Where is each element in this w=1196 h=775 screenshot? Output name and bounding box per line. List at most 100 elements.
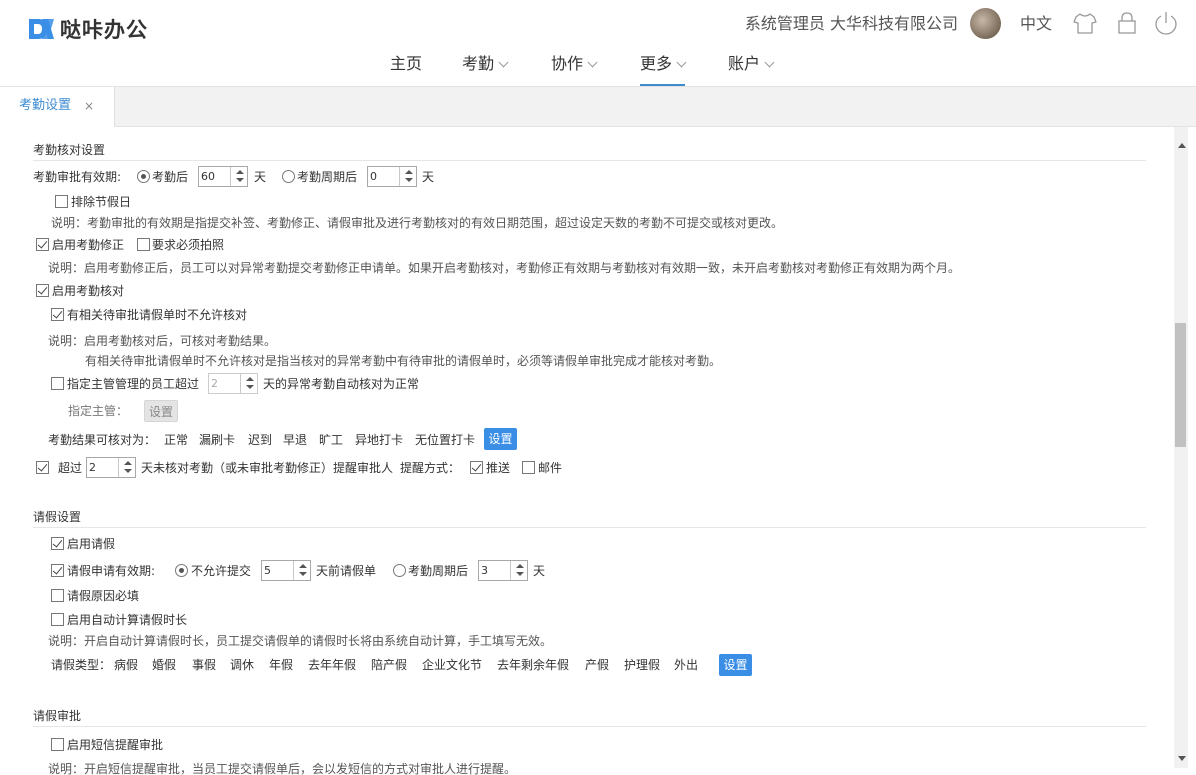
remind-suffix: 天未核对考勤（或未审批考勤修正）提醒审批人 (141, 461, 394, 475)
validity-days-stepper[interactable]: 60 (198, 166, 248, 187)
auto-check-checkbox[interactable] (51, 377, 64, 390)
nav-item-more[interactable]: 更多 (640, 52, 687, 86)
arrow-down-icon[interactable] (405, 178, 413, 182)
leave-type: 去年剩余年假 (497, 658, 570, 672)
arrow-down-icon[interactable] (246, 385, 254, 389)
auto-calc-checkbox[interactable] (51, 613, 64, 626)
auto-check-days-stepper[interactable]: 2 (208, 373, 258, 394)
nav-item-attendance[interactable]: 考勤 (462, 52, 509, 84)
disallow-pending-label[interactable]: 有相关待审批请假单时不允许核对 (67, 307, 247, 323)
result-option: 无位置打卡 (415, 433, 476, 447)
disallow-pending-checkbox[interactable] (51, 308, 64, 321)
require-photo-checkbox[interactable] (137, 238, 150, 251)
remind-method-label: 提醒方式： (400, 461, 461, 475)
radio-leave-after-cycle-label[interactable]: 考勤周期后 (408, 563, 468, 579)
arrow-up-icon[interactable] (299, 564, 307, 568)
arrow-up-icon[interactable] (236, 170, 244, 174)
chevron-down-icon (587, 57, 598, 68)
logo[interactable]: 哒咔办公 (27, 14, 148, 44)
leave-validity-label[interactable]: 请假申请有效期: (67, 563, 155, 579)
leave-types-set-button[interactable]: 设置 (719, 654, 752, 676)
leave-type: 去年年假 (308, 658, 357, 672)
arrow-up-icon[interactable] (405, 170, 413, 174)
require-photo-label[interactable]: 要求必须拍照 (152, 237, 224, 253)
leave-validity-checkbox[interactable] (51, 564, 64, 577)
arrow-down-icon[interactable] (124, 469, 132, 473)
divider (33, 726, 1146, 727)
leave-type: 陪产假 (371, 658, 408, 672)
sms-remind-label[interactable]: 启用短信提醒审批 (67, 737, 163, 753)
leave-cycle-stepper[interactable]: 3 (478, 560, 528, 581)
arrow-up-icon[interactable] (516, 564, 524, 568)
remind-days-stepper[interactable]: 2 (86, 457, 136, 478)
sms-remind-checkbox[interactable] (51, 738, 64, 751)
settings-content: 考勤核对设置 考勤审批有效期: 考勤后 60 天 考勤周期后 0 天 排除节假日… (0, 127, 1174, 775)
divider (33, 527, 1146, 528)
enable-leave-label[interactable]: 启用请假 (67, 536, 115, 552)
remind-email-checkbox[interactable] (522, 461, 535, 474)
leave-type: 病假 (114, 658, 139, 672)
enable-correction-label[interactable]: 启用考勤修正 (52, 237, 124, 253)
scroll-up-arrow-icon[interactable] (1178, 143, 1186, 148)
leave-type: 事假 (192, 658, 217, 672)
result-option: 迟到 (248, 433, 273, 447)
remind-push-checkbox[interactable] (470, 461, 483, 474)
radio-after-cycle[interactable] (282, 170, 295, 183)
arrow-up-icon[interactable] (124, 461, 132, 465)
tab-attendance-settings[interactable]: 考勤设置 × (0, 87, 115, 127)
leave-type: 企业文化节 (422, 658, 483, 672)
auto-check-suffix: 天的异常考勤自动核对为正常 (263, 377, 420, 391)
arrow-down-icon[interactable] (299, 572, 307, 576)
remind-prefix: 超过 (58, 461, 83, 475)
power-icon[interactable] (1153, 10, 1179, 36)
scrollbar-thumb[interactable] (1175, 323, 1186, 447)
avatar[interactable] (970, 8, 1001, 39)
nav-item-collaboration[interactable]: 协作 (551, 52, 598, 84)
radio-after-attendance-label[interactable]: 考勤后 (152, 169, 188, 185)
cycle-days-stepper[interactable]: 0 (367, 166, 417, 187)
scrollbar-track[interactable] (1174, 127, 1188, 768)
arrow-up-icon[interactable] (246, 377, 254, 381)
close-icon[interactable]: × (84, 87, 94, 125)
auto-calc-label[interactable]: 启用自动计算请假时长 (67, 612, 187, 628)
radio-disallow-submit-label[interactable]: 不允许提交 (191, 563, 251, 579)
enable-correction-checkbox[interactable] (36, 238, 49, 251)
result-option: 异地打卡 (355, 433, 404, 447)
note-correction: 说明：启用考勤修正后，员工可以对异常考勤提交考勤修正申请单。如果开启考勤核对，考… (48, 261, 961, 275)
exclude-holiday-label[interactable]: 排除节假日 (71, 194, 131, 210)
reason-required-checkbox[interactable] (51, 589, 64, 602)
leave-type: 护理假 (624, 658, 661, 672)
user-info[interactable]: 系统管理员 大华科技有限公司 (745, 12, 958, 36)
logo-mark-icon (27, 15, 55, 43)
leave-days-stepper[interactable]: 5 (261, 560, 311, 581)
radio-leave-after-cycle[interactable] (393, 564, 406, 577)
language-switch[interactable]: 中文 (1020, 12, 1052, 36)
nav-item-account[interactable]: 账户 (728, 52, 775, 84)
radio-after-attendance[interactable] (137, 170, 150, 183)
radio-after-cycle-label[interactable]: 考勤周期后 (297, 169, 357, 185)
result-option: 旷工 (319, 433, 344, 447)
scroll-down-arrow-icon[interactable] (1178, 756, 1186, 761)
nav-item-home[interactable]: 主页 (390, 52, 422, 84)
result-set-button[interactable]: 设置 (484, 428, 517, 450)
lock-icon[interactable] (1114, 10, 1140, 36)
leave-type: 产假 (585, 658, 610, 672)
enable-check-label[interactable]: 启用考勤核对 (52, 283, 124, 299)
top-bar: 哒咔办公 系统管理员 大华科技有限公司 中文 主页 考勤 协作 更多 账户 (0, 0, 1196, 87)
exclude-holiday-checkbox[interactable] (55, 195, 68, 208)
validity-label: 考勤审批有效期: (33, 170, 122, 184)
radio-disallow-submit[interactable] (175, 564, 188, 577)
remind-email-label[interactable]: 邮件 (538, 460, 562, 476)
section-title-leave-approval: 请假审批 (33, 709, 82, 723)
manager-set-button[interactable]: 设置 (144, 400, 178, 422)
remind-push-label[interactable]: 推送 (486, 460, 510, 476)
auto-check-prefix[interactable]: 指定主管管理的员工超过 (67, 376, 199, 392)
enable-check-checkbox[interactable] (36, 284, 49, 297)
reason-required-label[interactable]: 请假原因必填 (67, 588, 139, 604)
main-nav: 主页 考勤 协作 更多 账户 (0, 52, 1196, 86)
tshirt-icon[interactable] (1072, 10, 1098, 36)
arrow-down-icon[interactable] (236, 178, 244, 182)
remind-checkbox[interactable] (36, 461, 49, 474)
enable-leave-checkbox[interactable] (51, 537, 64, 550)
arrow-down-icon[interactable] (516, 572, 524, 576)
